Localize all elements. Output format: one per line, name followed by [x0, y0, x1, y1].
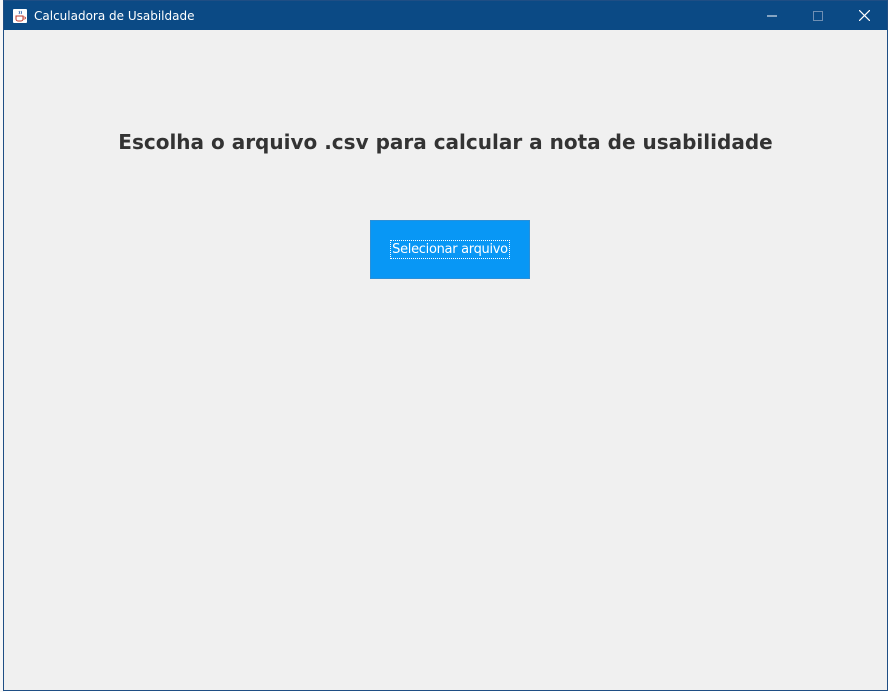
select-file-button[interactable]: Selecionar arquivo [370, 220, 530, 279]
content-pane: Escolha o arquivo .csv para calcular a n… [4, 30, 887, 690]
maximize-button[interactable] [795, 1, 841, 30]
minimize-button[interactable] [749, 1, 795, 30]
app-window: Calculadora de Usabildade Escolha o arqu… [3, 0, 888, 691]
minimize-icon [767, 11, 777, 21]
desktop: Calculadora de Usabildade Escolha o arqu… [0, 0, 891, 692]
java-cup-icon [12, 8, 28, 24]
close-button[interactable] [841, 1, 887, 30]
close-icon [858, 10, 870, 21]
select-file-button-label: Selecionar arquivo [390, 240, 510, 259]
maximize-icon [813, 10, 823, 21]
window-title: Calculadora de Usabildade [34, 8, 195, 23]
window-controls [749, 1, 887, 30]
title-bar[interactable]: Calculadora de Usabildade [4, 1, 887, 30]
page-title: Escolha o arquivo .csv para calcular a n… [118, 130, 773, 154]
